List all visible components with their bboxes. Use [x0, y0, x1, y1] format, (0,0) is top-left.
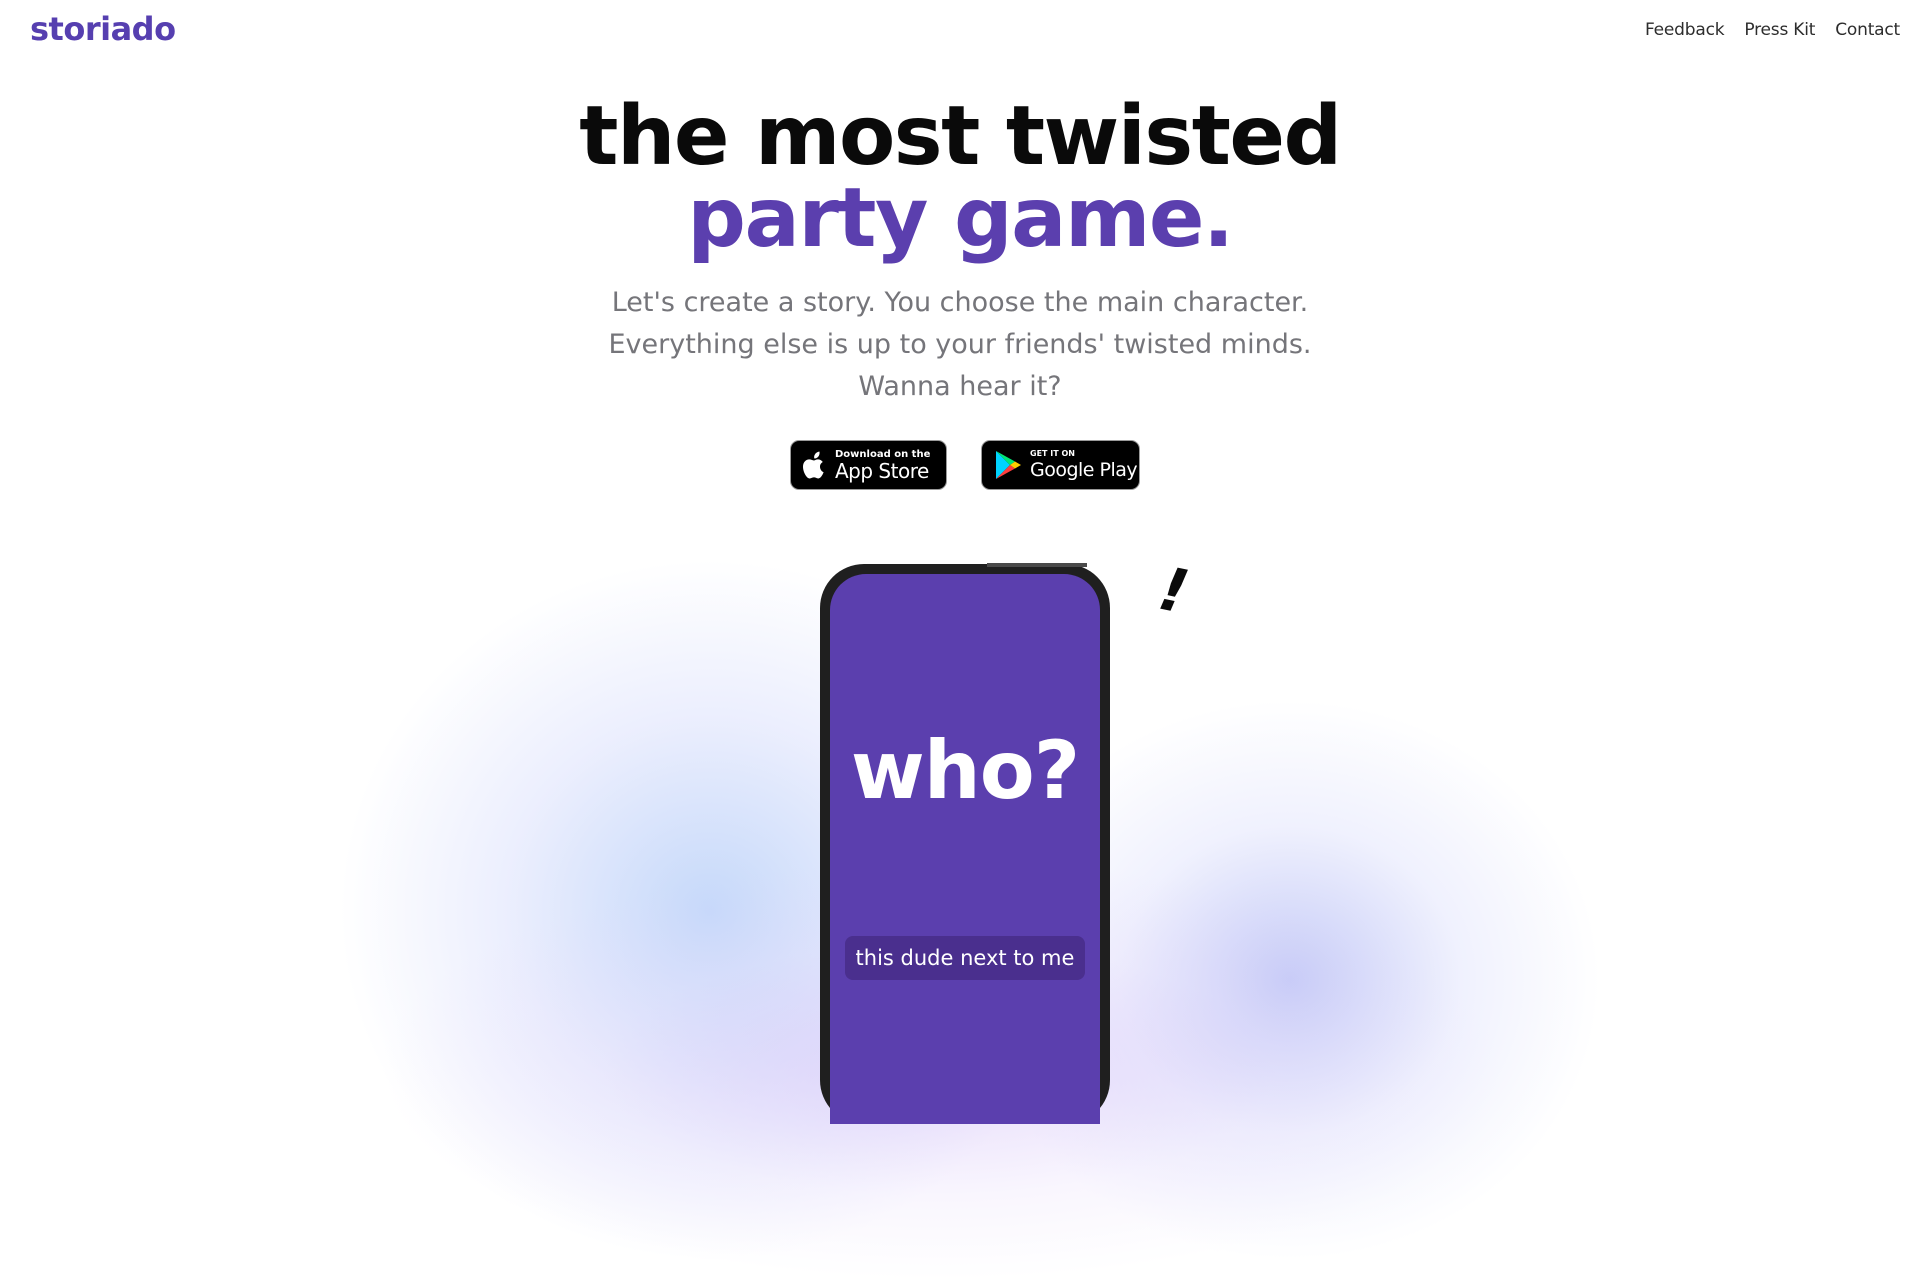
nav-link-press-kit[interactable]: Press Kit — [1744, 20, 1815, 40]
hero-title: the most twisted party game. — [0, 96, 1920, 260]
apple-icon — [801, 450, 827, 480]
nav-link-feedback[interactable]: Feedback — [1645, 20, 1725, 40]
app-store-button[interactable]: Download on the App Store — [790, 440, 947, 490]
subtitle-line: Wanna hear it? — [858, 371, 1062, 402]
hero-title-line2: party game. — [687, 171, 1234, 266]
google-play-small-label: GET IT ON — [1030, 449, 1075, 458]
subtitle-line: Let's create a story. You choose the mai… — [611, 287, 1309, 318]
phone-screen: who? this dude next to me — [830, 574, 1100, 1124]
google-play-icon — [994, 449, 1022, 481]
phone-side-button — [987, 563, 1087, 567]
subtitle-line: Everything else is up to your friends' t… — [608, 329, 1312, 360]
app-store-text: Download on the App Store — [835, 449, 930, 482]
hero-title-line1: the most twisted — [579, 89, 1342, 184]
top-nav: Feedback Press Kit Contact — [1645, 20, 1900, 40]
google-play-label: Google Play — [1030, 459, 1138, 481]
phone-answer-pill: this dude next to me — [845, 936, 1085, 980]
phone-question: who? — [850, 724, 1080, 817]
exclamation-decoration: ! — [1153, 553, 1195, 629]
nav-link-contact[interactable]: Contact — [1835, 20, 1900, 40]
google-play-button[interactable]: GET IT ON Google Play — [981, 440, 1140, 490]
phone-mockup: who? this dude next to me — [820, 564, 1110, 1124]
hero-subtitle: Let's create a story. You choose the mai… — [0, 282, 1920, 408]
brand-logo[interactable]: storiado — [30, 10, 176, 48]
app-store-label: App Store — [835, 458, 929, 483]
app-store-small-label: Download on the — [835, 448, 931, 460]
google-play-text: GET IT ON Google Play — [1030, 449, 1138, 481]
